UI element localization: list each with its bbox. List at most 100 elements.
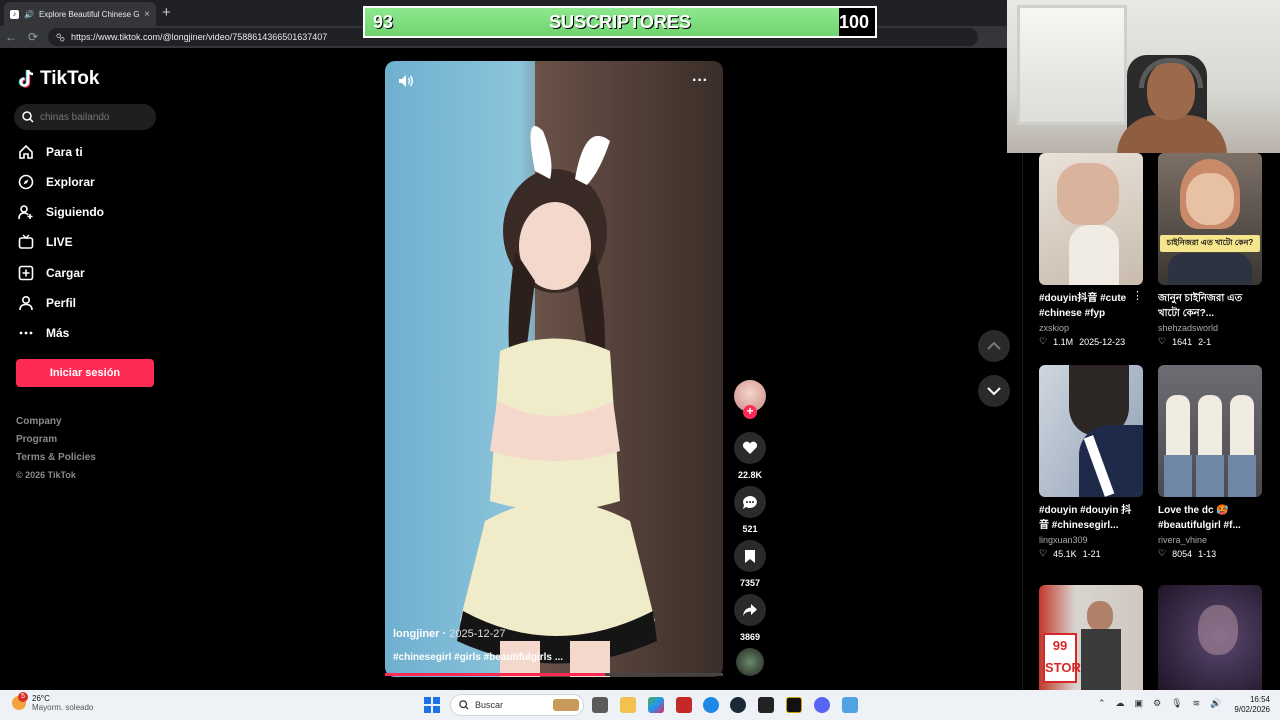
- author-name[interactable]: longjiner: [393, 628, 439, 640]
- chevron-up-icon[interactable]: ⌃: [1098, 698, 1106, 709]
- rec-title[interactable]: #douyin抖音 #cute #chinese #fyp: [1039, 291, 1139, 321]
- webcam-window-background: [1017, 5, 1127, 125]
- tab-title: Explore Beautiful Chinese Girl: [38, 9, 140, 19]
- rec-overlay-text: চাইনিজরা এত খাটো কেন?: [1160, 235, 1260, 252]
- taskbar-search[interactable]: Buscar: [450, 694, 584, 716]
- heart-icon[interactable]: [734, 432, 766, 464]
- file-explorer-icon[interactable]: [620, 697, 636, 713]
- reload-icon[interactable]: ⟳: [22, 30, 44, 44]
- music-disc-icon[interactable]: [736, 648, 764, 676]
- settings-icon[interactable]: ⚙: [1153, 698, 1161, 709]
- rec-card[interactable]: #douyin抖音 #cute #chinese #fyp ⋮ zxskiop …: [1039, 153, 1143, 347]
- rec-card[interactable]: [1158, 585, 1262, 690]
- next-video-button[interactable]: [978, 375, 1010, 407]
- rec-stats: ♡ 45.1K 1-21: [1039, 548, 1143, 559]
- weather-desc: Mayorm. soleado: [32, 703, 94, 712]
- rec-user[interactable]: shehzadsworld: [1158, 323, 1262, 333]
- share-arrow-icon[interactable]: [734, 594, 766, 626]
- nav-cargar[interactable]: Cargar: [18, 265, 85, 281]
- rec-card[interactable]: Love the dc 🥵 #beautifulgirl #f... river…: [1158, 365, 1262, 559]
- search-icon: [459, 700, 469, 710]
- heart-outline-icon: ♡: [1158, 548, 1167, 558]
- save-action[interactable]: 7357: [734, 540, 766, 588]
- comment-icon[interactable]: [734, 486, 766, 518]
- rec-thumbnail[interactable]: [1158, 585, 1262, 690]
- rec-thumbnail[interactable]: চাইনিজরা এত খাটো কেন?: [1158, 153, 1262, 285]
- app-red-icon[interactable]: [676, 697, 692, 713]
- rec-user[interactable]: zxskiop: [1039, 323, 1143, 333]
- app-tray-icon[interactable]: ▣: [1135, 698, 1144, 709]
- footer-company-link[interactable]: Company: [16, 416, 62, 427]
- rec-card[interactable]: #douyin #douyin 抖音 #chinesegirl... lingx…: [1039, 365, 1143, 559]
- logo-text: TikTok: [40, 68, 100, 89]
- rec-card[interactable]: 99 STORE: [1039, 585, 1143, 690]
- browser-tab[interactable]: ♪ 🔊 Explore Beautiful Chinese Girl ×: [4, 2, 156, 26]
- login-button[interactable]: Iniciar sesión: [16, 359, 154, 387]
- video-options-button[interactable]: ···: [692, 72, 708, 90]
- new-tab-button[interactable]: +: [162, 4, 171, 21]
- video-author[interactable]: longjiner · 2025-12-27: [393, 628, 506, 640]
- taskbar-clock[interactable]: 16:54 9/02/2026: [1212, 695, 1270, 715]
- rec-likes: 1.1M: [1053, 336, 1074, 347]
- more-dots-icon: [18, 325, 34, 341]
- nav-para-ti[interactable]: Para ti: [18, 144, 83, 160]
- user-plus-icon: [18, 204, 34, 220]
- nav-label: Cargar: [46, 266, 85, 280]
- wifi-icon[interactable]: ≋: [1193, 698, 1201, 709]
- follow-button[interactable]: +: [743, 405, 757, 419]
- search-box[interactable]: [14, 104, 156, 130]
- video-caption[interactable]: #chinesegirl #girls #beautifulgirls ...: [393, 652, 563, 663]
- url-text: https://www.tiktok.com/@longjiner/video/…: [71, 32, 328, 42]
- like-action[interactable]: 22.8K: [734, 432, 766, 480]
- back-arrow-icon[interactable]: ←: [0, 30, 22, 44]
- weather-widget[interactable]: 5 26°C Mayorm. soleado: [12, 692, 94, 712]
- nav-siguiendo[interactable]: Siguiendo: [18, 204, 104, 220]
- clock-time: 16:54: [1249, 695, 1270, 704]
- nav-label: Para ti: [46, 145, 83, 159]
- rec-thumbnail[interactable]: 99 STORE: [1039, 585, 1143, 690]
- discord-icon[interactable]: [814, 697, 830, 713]
- nav-mas[interactable]: Más: [18, 325, 69, 341]
- rec-title[interactable]: Love the dc 🥵 #beautifulgirl #f...: [1158, 503, 1258, 533]
- rec-more-icon[interactable]: ⋮: [1132, 289, 1143, 302]
- comment-action[interactable]: 521: [734, 486, 766, 534]
- share-action[interactable]: 3869: [734, 594, 766, 642]
- app-dark-icon[interactable]: [758, 697, 774, 713]
- previous-video-button[interactable]: [978, 330, 1010, 362]
- video-progress-bar[interactable]: [385, 673, 723, 676]
- rec-user[interactable]: lingxuan309: [1039, 535, 1143, 545]
- notepad-icon[interactable]: [842, 697, 858, 713]
- task-view-icon[interactable]: [592, 697, 608, 713]
- nav-label: Siguiendo: [46, 205, 104, 219]
- copilot-icon[interactable]: [648, 697, 664, 713]
- nav-explorar[interactable]: Explorar: [18, 174, 95, 190]
- cloud-icon[interactable]: ☁: [1116, 698, 1125, 709]
- steam-icon[interactable]: [730, 697, 746, 713]
- rec-title[interactable]: #douyin #douyin 抖音 #chinesegirl...: [1039, 503, 1139, 533]
- rec-thumbnail[interactable]: [1039, 365, 1143, 497]
- site-info-icon[interactable]: [56, 32, 65, 42]
- rec-user[interactable]: rivera_vhine: [1158, 535, 1262, 545]
- nav-perfil[interactable]: Perfil: [18, 295, 76, 311]
- rec-title[interactable]: জানুন চাইনিজরা এত খাটো কেন?...: [1158, 291, 1258, 321]
- rec-thumbnail[interactable]: [1039, 153, 1143, 285]
- rec-card[interactable]: চাইনিজরা এত খাটো কেন? জানুন চাইনিজরা এত …: [1158, 153, 1262, 347]
- footer-terms-link[interactable]: Terms & Policies: [16, 452, 96, 463]
- rec-thumbnail[interactable]: [1158, 365, 1262, 497]
- edge-browser-icon[interactable]: [703, 697, 719, 713]
- speaker-icon[interactable]: 🔊: [24, 10, 34, 19]
- bookmark-icon[interactable]: [734, 540, 766, 572]
- search-icon[interactable]: [22, 111, 34, 123]
- close-tab-icon[interactable]: ×: [144, 9, 150, 20]
- video-player[interactable]: [385, 61, 723, 677]
- app-m-icon[interactable]: [786, 697, 802, 713]
- tiktok-logo[interactable]: TikTok: [18, 68, 99, 90]
- microphone-icon[interactable]: 🎙: [1171, 698, 1182, 709]
- footer-program-link[interactable]: Program: [16, 434, 57, 445]
- search-input[interactable]: [40, 111, 150, 123]
- volume-icon[interactable]: [398, 74, 414, 93]
- windows-start-icon[interactable]: [424, 697, 440, 713]
- nav-live[interactable]: LIVE: [18, 234, 73, 250]
- subscriber-goal: 100: [838, 12, 869, 32]
- live-tv-icon: [18, 234, 34, 250]
